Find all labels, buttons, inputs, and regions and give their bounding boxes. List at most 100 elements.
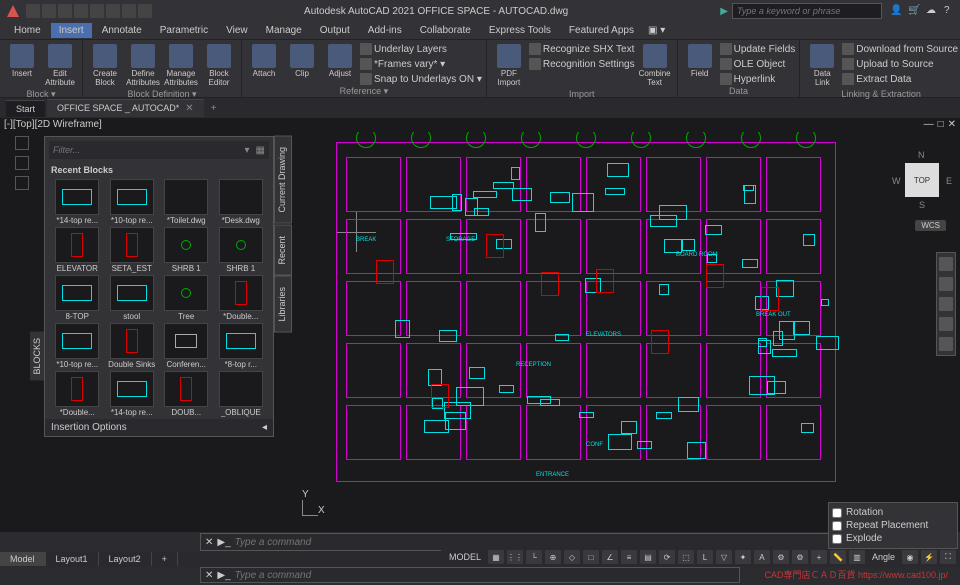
option-explode[interactable]: Explode bbox=[832, 532, 954, 545]
view-cube[interactable]: N S E W TOP bbox=[892, 150, 952, 210]
help-search-input[interactable] bbox=[737, 6, 877, 16]
ribbon-btn-pdf-import[interactable]: PDF Import bbox=[491, 42, 527, 89]
dynucs-icon[interactable]: L bbox=[697, 550, 713, 564]
block-item[interactable]: *Toilet.dwg bbox=[160, 179, 213, 225]
block-item[interactable]: *Desk.dwg bbox=[215, 179, 268, 225]
menu-manage[interactable]: Manage bbox=[258, 23, 310, 38]
filter-icon[interactable]: ▽ bbox=[716, 550, 732, 564]
ribbon-btn-insert[interactable]: Insert bbox=[4, 42, 40, 80]
layout-tab-layout2[interactable]: Layout2 bbox=[99, 552, 152, 566]
iso-icon[interactable]: ◇ bbox=[564, 550, 580, 564]
block-item[interactable]: *10-top re... bbox=[51, 323, 104, 369]
block-item[interactable]: Double Sinks bbox=[106, 323, 159, 369]
menu-annotate[interactable]: Annotate bbox=[94, 23, 150, 38]
layout-tab-layout1[interactable]: Layout1 bbox=[46, 552, 99, 566]
ribbon-expand-icon[interactable]: ▣ ▾ bbox=[648, 25, 665, 36]
ribbon-row[interactable]: Upload to Source bbox=[842, 57, 958, 71]
side-tab-libraries[interactable]: Libraries bbox=[274, 276, 292, 333]
signin-icon[interactable]: 👤 bbox=[890, 5, 902, 17]
blocks-palette-title[interactable]: BLOCKS bbox=[30, 332, 44, 381]
option-repeat-placement[interactable]: Repeat Placement bbox=[832, 519, 954, 532]
filter-dropdown-icon[interactable]: ▾ bbox=[245, 145, 250, 156]
command-input-2[interactable] bbox=[235, 570, 735, 581]
block-item[interactable]: ELEVATOR bbox=[51, 227, 104, 273]
cleanscreen-icon[interactable]: ⛶ bbox=[940, 550, 956, 564]
command-line-2[interactable]: ✕ ▶_ bbox=[200, 567, 740, 583]
ribbon-row[interactable]: Download from Source bbox=[842, 42, 958, 56]
drawing-canvas[interactable]: BREAKSTORAGEBOARD ROOMELEVATORSRECEPTION… bbox=[296, 132, 932, 532]
vp-close-icon[interactable]: ✕ bbox=[948, 119, 956, 131]
menu-add-ins[interactable]: Add-ins bbox=[360, 23, 410, 38]
blocks-filter[interactable]: ▾ ▦ bbox=[49, 141, 269, 159]
ribbon-row[interactable]: Hyperlink bbox=[720, 72, 796, 86]
compass-s[interactable]: S bbox=[919, 200, 925, 210]
help-icon[interactable]: ? bbox=[944, 5, 956, 17]
ribbon-row[interactable]: *Frames vary* ▾ bbox=[360, 57, 482, 71]
block-item[interactable]: SHRB 1 bbox=[160, 227, 213, 273]
qat-share-icon[interactable] bbox=[138, 4, 152, 18]
ribbon-btn-block-editor[interactable]: Block Editor bbox=[201, 42, 237, 89]
ribbon-row[interactable]: OLE Object bbox=[720, 57, 796, 71]
cmd-close-icon[interactable]: ✕ bbox=[205, 537, 213, 548]
ribbon-btn-attach[interactable]: Attach bbox=[246, 42, 282, 80]
option-checkbox[interactable] bbox=[832, 521, 842, 531]
isolate-icon[interactable]: ◉ bbox=[902, 550, 918, 564]
menu-express-tools[interactable]: Express Tools bbox=[481, 23, 559, 38]
nav-pan-icon[interactable] bbox=[939, 277, 953, 291]
3dosnap-icon[interactable]: ⬚ bbox=[678, 550, 694, 564]
menu-output[interactable]: Output bbox=[312, 23, 358, 38]
file-tab[interactable]: OFFICE SPACE _ AUTOCAD*✕ bbox=[47, 99, 204, 117]
cube-top-face[interactable]: TOP bbox=[905, 163, 939, 197]
block-item[interactable]: 8-TOP bbox=[51, 275, 104, 321]
nav-wheel-icon[interactable] bbox=[939, 257, 953, 271]
ribbon-btn-define-attributes[interactable]: Define Attributes bbox=[125, 42, 161, 89]
ribbon-row[interactable]: Update Fields bbox=[720, 42, 796, 56]
nav-zoom-icon[interactable] bbox=[939, 297, 953, 311]
annovis-icon[interactable]: ⚙ bbox=[773, 550, 789, 564]
workspace-icon[interactable]: ⚙ bbox=[792, 550, 808, 564]
ribbon-btn-edit-attribute[interactable]: Edit Attribute bbox=[42, 42, 78, 89]
app-icon[interactable] bbox=[4, 2, 22, 20]
side-tab-recent[interactable]: Recent bbox=[274, 225, 292, 276]
ribbon-row[interactable]: Recognize SHX Text bbox=[529, 42, 635, 56]
block-item[interactable]: *Double... bbox=[51, 371, 104, 417]
nav-showmotion-icon[interactable] bbox=[939, 337, 953, 351]
block-item[interactable]: *10-top re... bbox=[106, 179, 159, 225]
quickprop-icon[interactable]: ▥ bbox=[849, 550, 865, 564]
menu-featured-apps[interactable]: Featured Apps bbox=[561, 23, 642, 38]
ribbon-row[interactable]: Underlay Layers bbox=[360, 42, 482, 56]
block-item[interactable]: *14-top re... bbox=[51, 179, 104, 225]
ribbon-btn-clip[interactable]: Clip bbox=[284, 42, 320, 80]
vp-restore-icon[interactable]: □ bbox=[938, 119, 944, 131]
ribbon-btn-data-link[interactable]: Data Link bbox=[804, 42, 840, 89]
block-item[interactable]: *Double... bbox=[215, 275, 268, 321]
nav-orbit-icon[interactable] bbox=[939, 317, 953, 331]
compass-e[interactable]: E bbox=[946, 176, 952, 186]
qat-save-icon[interactable] bbox=[58, 4, 72, 18]
compass-w[interactable]: W bbox=[892, 176, 901, 186]
vp-minimize-icon[interactable]: — bbox=[924, 119, 934, 131]
blocks-filter-input[interactable] bbox=[53, 145, 245, 155]
qat-saveas-icon[interactable] bbox=[74, 4, 88, 18]
annomonitor-icon[interactable]: + bbox=[811, 550, 827, 564]
help-search[interactable] bbox=[732, 3, 882, 19]
search-play-icon[interactable]: ▶ bbox=[720, 6, 728, 17]
add-layout-button[interactable]: + bbox=[152, 552, 178, 566]
compass-n[interactable]: N bbox=[918, 150, 925, 160]
status-mode[interactable]: MODEL bbox=[445, 552, 485, 562]
annoscale-icon[interactable]: A bbox=[754, 550, 770, 564]
block-item[interactable]: SETA_EST bbox=[106, 227, 159, 273]
qat-new-icon[interactable] bbox=[26, 4, 40, 18]
cloud-icon[interactable]: ☁ bbox=[926, 5, 938, 17]
otrack-icon[interactable]: ∠ bbox=[602, 550, 618, 564]
ribbon-btn-combine-text[interactable]: Combine Text bbox=[637, 42, 673, 89]
cart-icon[interactable]: 🛒 bbox=[908, 5, 920, 17]
lineweight-icon[interactable]: ≡ bbox=[621, 550, 637, 564]
grid-icon[interactable]: ▦ bbox=[488, 550, 504, 564]
cycling-icon[interactable]: ⟳ bbox=[659, 550, 675, 564]
transparency-icon[interactable]: ▤ bbox=[640, 550, 656, 564]
menu-parametric[interactable]: Parametric bbox=[152, 23, 216, 38]
option-rotation[interactable]: Rotation bbox=[832, 506, 954, 519]
file-tab[interactable]: Start bbox=[6, 100, 45, 117]
wcs-badge[interactable]: WCS bbox=[915, 220, 946, 231]
